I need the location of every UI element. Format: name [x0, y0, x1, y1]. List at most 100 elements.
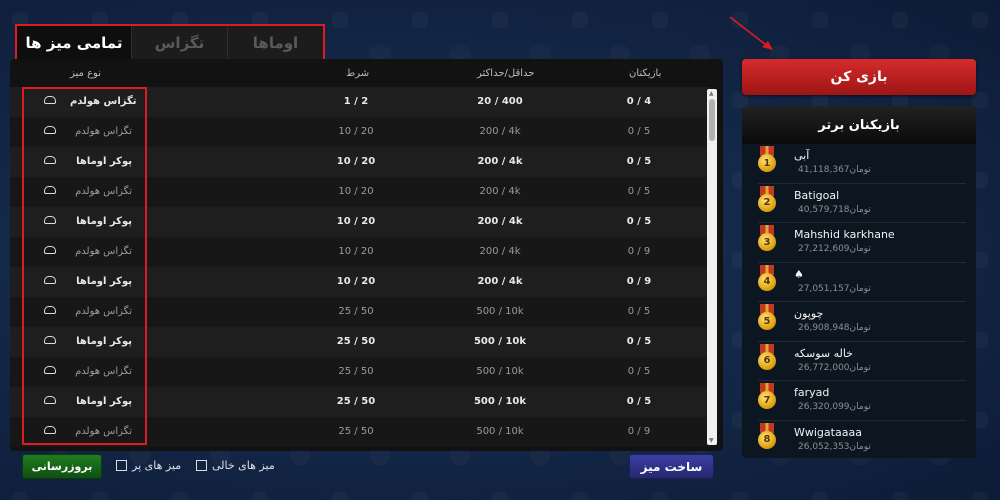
table-blind: 25 / 50	[336, 336, 376, 347]
table-blind: 10 / 20	[338, 186, 374, 197]
top-player-item[interactable]: 4 ♠ تومان27,051,157	[742, 263, 976, 302]
currency-label: تومان	[849, 283, 871, 294]
table-row[interactable]: تگزاس هولدم 25 / 50 500 / 10k 0 / 5	[10, 357, 710, 387]
scroll-down-icon[interactable]: ▼	[709, 437, 714, 444]
table-row[interactable]: تگزاس هولدم 1 / 2 20 / 400 0 / 4	[10, 87, 710, 117]
table-type: پوکر اوماها	[76, 396, 132, 407]
balance-amount: 27,051,157	[798, 283, 850, 294]
table-minmax: 500 / 10k	[473, 396, 527, 407]
header-blind[interactable]: شرط	[346, 68, 369, 79]
top-player-item[interactable]: 7 faryad تومان26,320,099	[742, 381, 976, 421]
player-balance: تومان26,320,099	[798, 402, 874, 412]
scroll-thumb[interactable]	[709, 99, 715, 141]
checkbox-icon[interactable]	[196, 460, 207, 471]
table-row[interactable]: پوکر اوماها 25 / 50 500 / 10k 0 / 5	[10, 327, 710, 357]
table-icon	[44, 396, 56, 404]
table-players: 0 / 5	[627, 186, 651, 197]
full-tables-checkbox[interactable]: میز های پر	[116, 459, 181, 472]
table-row[interactable]: تگزاس هولدم 10 / 20 200 / 4k 0 / 9	[10, 237, 710, 267]
table-row[interactable]: پوکر اوماها 25 / 50 500 / 10k 0 / 5	[10, 387, 710, 417]
table-players: 0 / 4	[626, 96, 652, 107]
table-icon	[44, 426, 56, 434]
rank-number: 1	[758, 154, 776, 172]
table-icon	[44, 366, 56, 374]
table-players: 0 / 9	[626, 276, 652, 287]
empty-tables-label: میز های خالی	[212, 459, 275, 472]
player-name: Mahshid karkhane	[794, 228, 895, 241]
table-icon	[44, 276, 56, 284]
tables-list: تگزاس هولدم 1 / 2 20 / 400 0 / 4 تگزاس هولدم…	[10, 87, 710, 447]
table-row[interactable]: تگزاس هولدم 10 / 20 200 / 4k 0 / 5	[10, 177, 710, 207]
create-table-button[interactable]: ساخت میز	[629, 454, 714, 479]
player-name: faryad	[794, 386, 830, 399]
table-type: تگزاس هولدم	[75, 126, 132, 137]
player-name: آبی	[794, 149, 810, 162]
medal-icon: 5	[756, 304, 778, 334]
medal-icon: 6	[756, 343, 778, 374]
play-button[interactable]: بازی کن	[742, 59, 976, 95]
checkbox-icon[interactable]	[116, 460, 127, 471]
player-balance: تومان41,118,367	[798, 165, 874, 175]
currency-label: تومان	[849, 204, 871, 215]
rank-number: 4	[758, 272, 776, 291]
header-players[interactable]: بازیکنان	[629, 68, 661, 79]
rank-number: 6	[758, 351, 776, 370]
balance-amount: 40,579,718	[798, 204, 850, 215]
tab-texas[interactable]: تگزاس	[131, 26, 227, 60]
table-type: پوکر اوماها	[76, 216, 132, 227]
tables-panel: نوع میز شرط حداقل/حداکثر بازیکنان تگزاس …	[10, 59, 723, 451]
top-player-item[interactable]: 2 Batigoal تومان40,579,718	[742, 184, 976, 223]
table-scrollbar[interactable]: ▲ ▼	[707, 89, 717, 445]
player-name: ♠	[794, 267, 804, 281]
table-blind: 25 / 50	[338, 366, 374, 377]
refresh-button[interactable]: بروزرسانی	[22, 454, 102, 479]
table-minmax: 200 / 4k	[479, 126, 521, 137]
balance-amount: 26,772,000	[798, 362, 850, 373]
scroll-up-icon[interactable]: ▲	[709, 90, 714, 97]
table-row[interactable]: تگزاس هولدم 25 / 50 500 / 10k 0 / 5	[10, 297, 710, 327]
table-row[interactable]: تگزاس هولدم 10 / 20 200 / 4k 0 / 5	[10, 117, 710, 147]
top-player-item[interactable]: 3 Mahshid karkhane تومان27,212,609	[742, 223, 976, 263]
top-player-item[interactable]: 6 خاله سوسکه تومان26,772,000	[742, 342, 976, 381]
table-players: 0 / 5	[626, 156, 652, 167]
table-actions-bar: بروزرسانی میز های پر میز های خالی ساخت م…	[10, 450, 723, 482]
table-icon	[44, 156, 56, 164]
player-balance: تومان26,908,948	[798, 323, 874, 333]
table-icon	[44, 96, 56, 104]
table-players: 0 / 9	[627, 246, 651, 257]
top-player-item[interactable]: 5 چوپون تومان26,908,948	[742, 302, 976, 342]
player-balance: تومان26,052,353	[798, 442, 874, 452]
table-row[interactable]: پوکر اوماها 10 / 20 200 / 4k 0 / 5	[10, 147, 710, 177]
medal-icon: 4	[756, 264, 778, 295]
header-type[interactable]: نوع میز	[70, 68, 101, 79]
table-row[interactable]: پوکر اوماها 10 / 20 200 / 4k 0 / 5	[10, 207, 710, 237]
header-minmax[interactable]: حداقل/حداکثر	[477, 68, 534, 79]
table-blind: 10 / 20	[336, 216, 376, 227]
top-players-panel: بازیکنان برتر 1 آبی تومان41,118,367 2 Batigo…	[742, 106, 976, 458]
top-player-item[interactable]: 8 Wwigataaaa تومان26,052,353	[742, 421, 976, 459]
table-players: 0 / 5	[626, 216, 652, 227]
table-row[interactable]: پوکر اوماها 10 / 20 200 / 4k 0 / 9	[10, 267, 710, 297]
table-minmax: 200 / 4k	[477, 276, 523, 287]
table-row[interactable]: تگزاس هولدم 25 / 50 500 / 10k 0 / 9	[10, 417, 710, 447]
table-minmax: 500 / 10k	[476, 366, 524, 377]
tab-all-tables[interactable]: تمامی میز ها	[17, 26, 131, 60]
table-type: پوکر اوماها	[76, 156, 132, 167]
player-name: Batigoal	[794, 188, 840, 202]
top-player-item[interactable]: 1 آبی تومان41,118,367	[742, 144, 976, 184]
player-name: خاله سوسکه	[794, 346, 853, 360]
currency-label: تومان	[849, 362, 871, 373]
empty-tables-checkbox[interactable]: میز های خالی	[196, 459, 275, 472]
table-blind: 1 / 2	[343, 96, 369, 107]
tab-omaha[interactable]: اوماها	[227, 26, 323, 60]
table-type: تگزاس هولدم	[75, 186, 132, 197]
table-players: 0 / 5	[627, 306, 651, 317]
table-players: 0 / 9	[627, 426, 651, 437]
balance-amount: 26,052,353	[798, 441, 850, 452]
balance-amount: 27,212,609	[798, 244, 850, 254]
table-icon	[44, 306, 56, 314]
currency-label: تومان	[849, 323, 871, 333]
table-minmax: 200 / 4k	[477, 156, 523, 167]
table-minmax: 200 / 4k	[479, 246, 521, 257]
table-players: 0 / 5	[626, 396, 652, 407]
